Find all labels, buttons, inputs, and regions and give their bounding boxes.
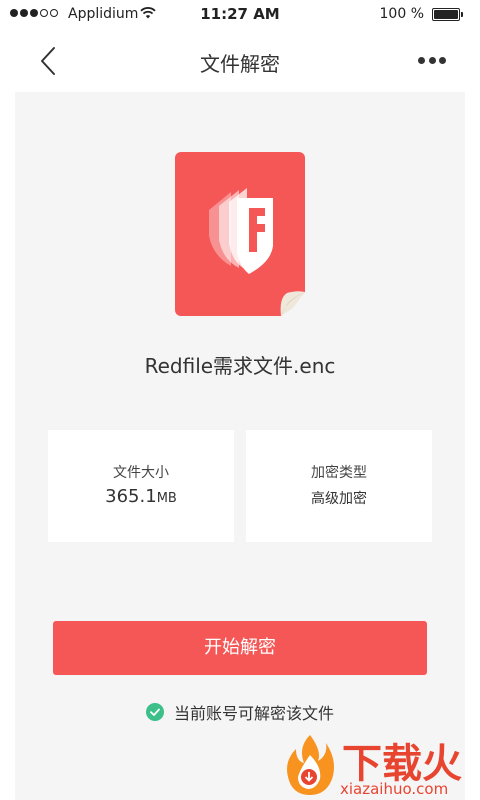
account-permission-note: 当前账号可解密该文件: [15, 700, 465, 724]
file-size-value: 365.1MB: [48, 486, 234, 507]
battery-icon: [432, 8, 463, 21]
more-dot-icon: [439, 56, 446, 64]
encryption-type-value: 高级加密: [311, 491, 367, 507]
file-name: Redfile需求文件.enc: [144, 354, 336, 378]
file-size-label: 文件大小: [113, 465, 169, 481]
more-dot-icon: [418, 56, 425, 64]
battery-percentage: 100 %: [379, 6, 424, 22]
start-decrypt-button[interactable]: 开始解密: [53, 621, 427, 675]
encryption-type-label: 加密类型: [311, 465, 367, 481]
file-size-card: 文件大小 365.1MB: [48, 430, 234, 542]
navigation-bar: 文件解密: [0, 30, 480, 92]
check-circle-icon: [145, 703, 164, 721]
watermark-url: xiazaihuo.com: [340, 780, 449, 798]
flame-icon: [287, 735, 334, 795]
account-note-text: 当前账号可解密该文件: [173, 704, 334, 723]
main-content: Redfile需求文件.enc 文件大小 365.1MB 加密类型 高级加密 开…: [15, 92, 465, 800]
encryption-type-card: 加密类型 高级加密: [246, 430, 432, 542]
file-size-unit: MB: [156, 491, 177, 506]
more-dot-icon: [428, 56, 436, 64]
more-button[interactable]: [418, 52, 446, 68]
file-size-number: 365.1: [105, 486, 157, 507]
status-bar: Applidium 11:27 AM 100 %: [0, 0, 480, 30]
watermark-logo: 下载火 xiazaihuo.com: [282, 733, 480, 800]
page-title: 文件解密: [200, 52, 280, 76]
encrypted-file-icon: [175, 152, 305, 316]
